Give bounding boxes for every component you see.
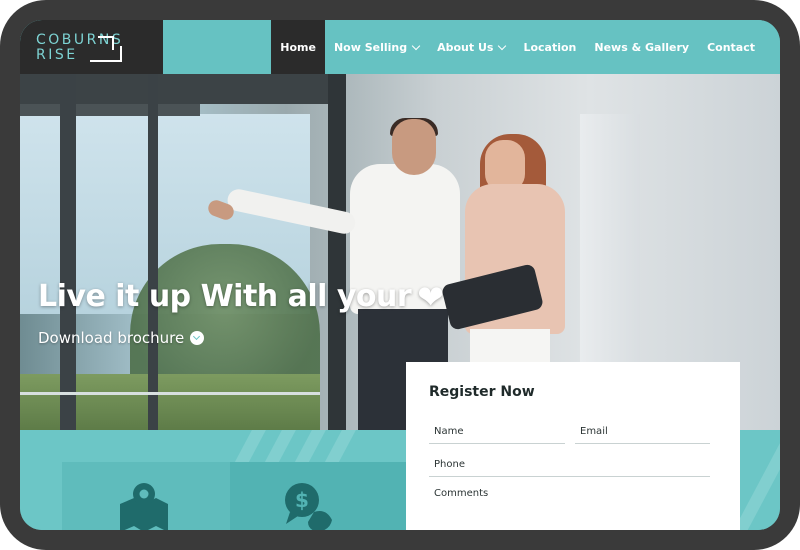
- logo-text-line2: RISE: [36, 47, 78, 63]
- heart-icon: ❤: [417, 278, 444, 316]
- name-field[interactable]: Name: [429, 420, 565, 444]
- hero-photo-post: [60, 74, 76, 430]
- nav-location[interactable]: Location: [514, 20, 585, 74]
- hero-title-text: Live it up With all your: [38, 279, 412, 314]
- nav-about-us[interactable]: About Us: [428, 20, 514, 74]
- map-pin-icon: [120, 483, 168, 530]
- nav-home[interactable]: Home: [271, 20, 325, 74]
- hero-photo-man: [392, 119, 436, 175]
- phone-field[interactable]: Phone: [429, 453, 710, 477]
- hero-photo-post: [148, 74, 158, 430]
- download-brochure-link[interactable]: Download brochure: [38, 329, 205, 347]
- comments-field[interactable]: Comments: [429, 486, 710, 514]
- nav-now-selling-label: Now Selling: [333, 40, 408, 54]
- email-field[interactable]: Email: [575, 420, 710, 444]
- nav-home-label: Home: [280, 40, 316, 54]
- money-chat-icon: $: [285, 483, 332, 530]
- chevron-down-icon: [498, 41, 507, 50]
- nav-now-selling[interactable]: Now Selling: [325, 20, 428, 74]
- chevron-circle-down-icon: [190, 331, 205, 345]
- nav-contact[interactable]: Contact: [698, 20, 780, 74]
- download-brochure-label: Download brochure: [38, 329, 185, 347]
- nav-location-label: Location: [523, 40, 577, 54]
- hero-photo-beam: [20, 104, 200, 116]
- phone-placeholder: Phone: [434, 459, 465, 470]
- comments-placeholder: Comments: [434, 488, 489, 499]
- site-header: COBURNS RISE Home Now Selling About Us L…: [20, 20, 780, 74]
- nav-news-gallery-label: News & Gallery: [594, 40, 690, 54]
- site-logo[interactable]: COBURNS RISE: [20, 20, 163, 74]
- name-placeholder: Name: [434, 426, 464, 437]
- register-form: Register Now Name Email Phone Comments: [406, 362, 740, 530]
- nav-contact-label: Contact: [707, 40, 755, 54]
- logo-house-icon: [90, 46, 122, 62]
- nav-about-us-label: About Us: [437, 40, 494, 54]
- svg-text:$: $: [295, 488, 309, 512]
- nav-news-gallery[interactable]: News & Gallery: [585, 20, 698, 74]
- browser-viewport: COBURNS RISE Home Now Selling About Us L…: [20, 20, 780, 530]
- email-placeholder: Email: [580, 426, 608, 437]
- hero-photo-post: [328, 74, 346, 430]
- tablet-frame: COBURNS RISE Home Now Selling About Us L…: [0, 0, 800, 550]
- hero-title: Live it up With all your ❤: [38, 278, 444, 316]
- main-nav: Home Now Selling About Us Location News …: [271, 20, 780, 74]
- form-title: Register Now: [429, 384, 535, 400]
- hero-photo-rail: [20, 392, 320, 395]
- chevron-down-icon: [411, 41, 421, 50]
